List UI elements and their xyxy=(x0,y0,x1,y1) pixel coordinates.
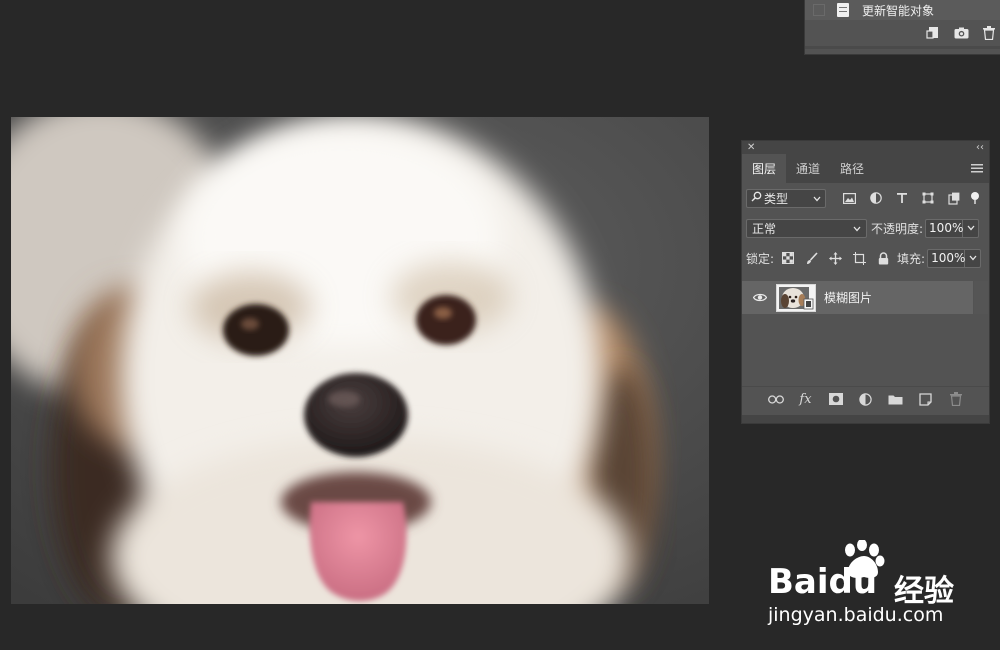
visibility-eye-icon[interactable] xyxy=(752,293,768,302)
lock-fill-row: 锁定: 填充: 100% xyxy=(742,243,989,273)
layer-filter-row: 类型 xyxy=(742,183,989,213)
search-icon xyxy=(751,191,762,205)
panel-tabs: 图层 通道 路径 xyxy=(742,154,989,183)
watermark-url: jingyan.baidu.com xyxy=(768,604,944,626)
layers-panel: ✕ ‹‹ 图层 通道 路径 类型 正常 不透明度: 100% 锁定: 填充: 1… xyxy=(741,140,990,424)
filter-kind-label: 类型 xyxy=(764,191,789,206)
collapse-panel-button[interactable]: ‹‹ xyxy=(976,142,984,153)
blend-mode-value: 正常 xyxy=(752,221,777,236)
opacity-input[interactable]: 100% xyxy=(925,218,963,238)
layer-style-fx-button[interactable]: fx xyxy=(798,391,814,407)
camera-icon[interactable] xyxy=(953,25,969,41)
tab-channels[interactable]: 通道 xyxy=(786,154,830,183)
fill-label: 填充: xyxy=(897,251,926,266)
history-state-row[interactable]: 更新智能对象 xyxy=(805,0,1000,20)
layers-bottom-toolbar: fx xyxy=(742,386,989,411)
panel-titlebar: ✕ ‹‹ xyxy=(742,141,989,154)
dog-photo xyxy=(11,117,709,604)
opacity-dropdown-button[interactable] xyxy=(963,218,980,238)
document-icon xyxy=(837,3,849,17)
lock-artboard-icon[interactable] xyxy=(852,251,867,266)
smart-object-filter-icon[interactable] xyxy=(946,191,961,206)
lock-all-padlock-icon[interactable] xyxy=(876,251,891,266)
filter-toggle-switch[interactable] xyxy=(971,192,979,204)
trash-icon[interactable] xyxy=(981,25,997,41)
layer-list: 模糊图片 xyxy=(742,277,989,392)
watermark-brand-text: Baidu xyxy=(768,562,878,602)
shape-layer-filter-icon[interactable] xyxy=(920,191,935,206)
fill-dropdown-button[interactable] xyxy=(965,248,982,268)
type-layer-filter-icon[interactable] xyxy=(894,191,909,206)
chevron-down-icon xyxy=(969,255,977,261)
canvas-image[interactable] xyxy=(11,117,709,604)
link-layers-icon[interactable] xyxy=(767,391,784,407)
lock-icons xyxy=(780,251,891,266)
filter-icons xyxy=(842,191,961,206)
history-state-label: 更新智能对象 xyxy=(862,3,935,18)
history-snapshot-checkbox[interactable] xyxy=(813,4,825,16)
panel-footer xyxy=(742,415,989,423)
history-toolbar xyxy=(925,24,1000,42)
blend-mode-select[interactable]: 正常 xyxy=(746,218,867,238)
tab-paths[interactable]: 路径 xyxy=(830,154,874,183)
blend-opacity-row: 正常 不透明度: 100% xyxy=(742,213,989,243)
new-group-folder-icon[interactable] xyxy=(888,391,904,407)
panel-menu-icon[interactable] xyxy=(971,162,983,176)
add-layer-mask-icon[interactable] xyxy=(828,391,844,407)
baidu-jingyan-watermark: Baidu 经验 jingyan.baidu.com xyxy=(760,540,990,640)
chevron-down-icon xyxy=(967,225,975,231)
layer-name[interactable]: 模糊图片 xyxy=(824,289,872,306)
new-adjustment-layer-icon[interactable] xyxy=(858,391,874,407)
lock-position-move-icon[interactable] xyxy=(828,251,843,266)
lock-label: 锁定: xyxy=(746,251,775,266)
lock-transparent-pixels-icon[interactable] xyxy=(780,251,795,266)
new-document-from-state-icon[interactable] xyxy=(925,25,941,41)
close-panel-button[interactable]: ✕ xyxy=(747,142,755,153)
layer-thumbnail xyxy=(776,283,816,312)
layer-list-scrollbar[interactable] xyxy=(974,281,988,314)
delete-layer-trash-icon[interactable] xyxy=(948,391,964,407)
chevron-down-icon xyxy=(853,221,861,235)
chevron-down-icon xyxy=(813,191,821,205)
history-panel: 更新智能对象 xyxy=(804,0,1000,55)
pixel-layer-filter-icon[interactable] xyxy=(842,191,857,206)
filter-kind-select[interactable]: 类型 xyxy=(746,188,826,208)
fill-input[interactable]: 100% xyxy=(927,248,965,268)
adjustment-layer-filter-icon[interactable] xyxy=(868,191,883,206)
lock-image-pixels-brush-icon[interactable] xyxy=(804,251,819,266)
layer-row[interactable]: 模糊图片 xyxy=(742,281,973,314)
tab-layers[interactable]: 图层 xyxy=(742,154,787,183)
panel-divider xyxy=(805,46,1000,49)
opacity-label: 不透明度: xyxy=(871,221,924,236)
new-layer-icon[interactable] xyxy=(918,391,934,407)
